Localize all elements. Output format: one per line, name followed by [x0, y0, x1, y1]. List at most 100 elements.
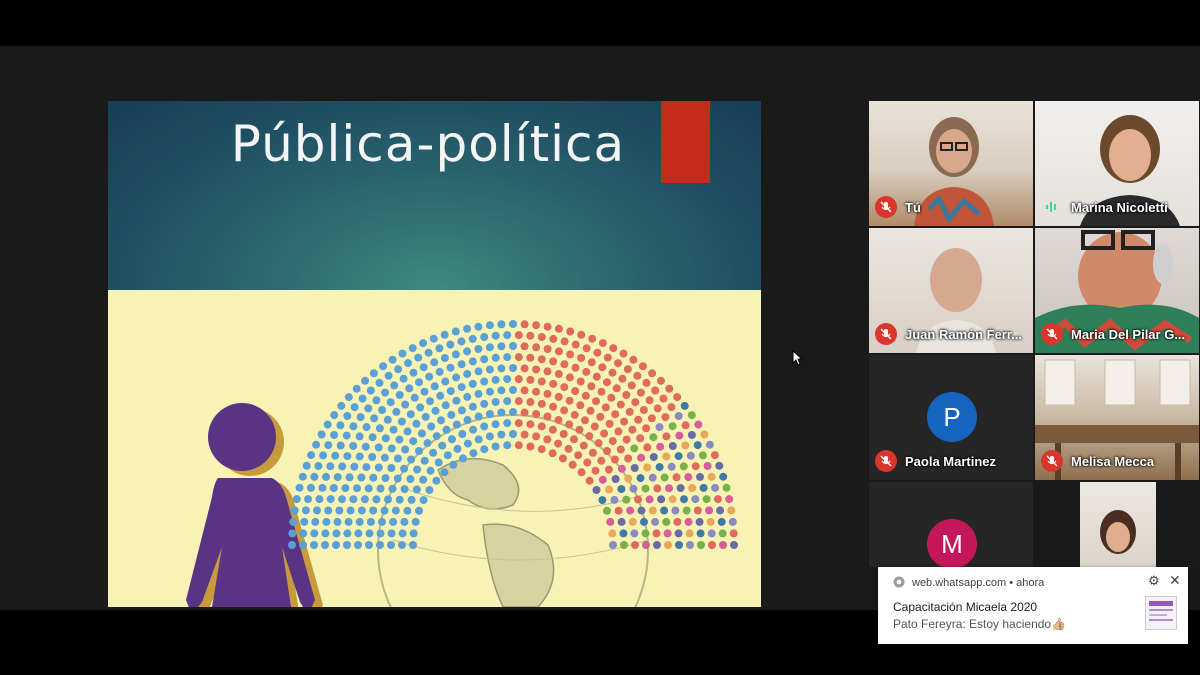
seat-dot: [343, 452, 352, 461]
seat-dot: [420, 456, 429, 465]
seat-dot: [676, 484, 685, 493]
seat-dot: [332, 541, 340, 549]
seat-dot: [674, 529, 683, 538]
seat-dot: [407, 455, 416, 464]
seat-dot: [688, 484, 697, 492]
seat-dot: [326, 462, 335, 471]
seat-dot: [425, 486, 434, 494]
seat-dot: [707, 529, 716, 538]
seat-dot: [335, 506, 344, 515]
slide-title: Pública-política: [230, 115, 626, 173]
seat-dot: [326, 495, 335, 504]
seat-dot: [427, 422, 436, 431]
participant-tile-self[interactable]: Tú: [869, 101, 1033, 226]
seat-dot: [693, 441, 702, 450]
seat-dot: [713, 495, 722, 504]
seat-dot: [509, 408, 517, 416]
seat-dot: [593, 348, 602, 357]
seat-dot: [295, 483, 304, 492]
participant-tile-paola[interactable]: P Paola Martinez: [869, 355, 1033, 480]
seat-dot: [663, 529, 672, 538]
seat-dot: [684, 473, 693, 482]
seat-dot: [719, 541, 727, 549]
seat-dot: [668, 495, 677, 504]
seat-dot: [480, 377, 489, 386]
participant-tile-marina[interactable]: Marina Nicoletti: [1035, 101, 1199, 226]
seat-dot: [645, 396, 654, 405]
seat-dot: [665, 484, 673, 493]
seat-dot: [381, 474, 390, 483]
participant-tile-m[interactable]: M: [869, 482, 1033, 567]
seat-dot: [364, 404, 373, 413]
seat-dot: [503, 353, 512, 362]
seat-dot: [605, 419, 614, 428]
seat-dot: [532, 387, 541, 396]
seat-dot: [389, 425, 398, 434]
seat-dot: [617, 485, 626, 494]
notification-title: Capacitación Micaela 2020: [893, 600, 1038, 614]
seat-dot: [421, 412, 430, 421]
seat-dot: [491, 420, 500, 429]
seat-dot: [333, 473, 342, 482]
seat-dot: [451, 327, 460, 336]
seat-dot: [611, 410, 620, 419]
seat-dot: [469, 449, 478, 458]
seat-dot: [548, 425, 557, 434]
seat-dot: [509, 320, 517, 328]
participant-tile-small[interactable]: [1080, 482, 1156, 567]
participant-name: Maria Del Pilar G...: [1071, 326, 1186, 342]
seat-dot: [435, 344, 444, 353]
seat-dot: [409, 368, 418, 377]
seat-dot: [549, 379, 558, 388]
seat-dot: [702, 495, 711, 504]
seat-dot: [705, 506, 713, 515]
seat-dot: [468, 357, 477, 366]
participant-tile-juan[interactable]: Juan Ramón Ferr...: [869, 228, 1033, 353]
seat-dot: [399, 374, 408, 383]
seat-dot: [636, 434, 645, 443]
seat-dot: [389, 517, 398, 526]
seat-dot: [585, 476, 594, 485]
seat-dot: [588, 334, 597, 343]
seat-dot: [419, 339, 428, 348]
seat-dot: [404, 359, 412, 368]
seat-dot: [368, 433, 377, 442]
seat-dot: [322, 472, 330, 481]
seat-dot: [312, 440, 321, 449]
seat-dot: [610, 495, 619, 504]
seat-dot: [514, 441, 523, 450]
seat-dot: [468, 379, 477, 388]
seat-dot: [548, 449, 557, 458]
seat-dot: [509, 430, 517, 438]
gear-icon[interactable]: ⚙: [1148, 573, 1160, 589]
seat-dot: [463, 439, 472, 448]
browser-notification[interactable]: web.whatsapp.com • ahora ⚙ ✕ Capacitació…: [878, 567, 1188, 644]
participant-tile-melisa[interactable]: Melisa Mecca: [1035, 355, 1199, 480]
seat-dot: [537, 445, 546, 454]
seat-dot: [590, 422, 599, 431]
seat-dot: [431, 406, 440, 415]
shared-presentation-slide: Pública-política: [108, 101, 761, 607]
seat-dot: [576, 401, 585, 410]
seat-dot: [631, 541, 639, 549]
seat-dot: [532, 410, 541, 418]
seat-dot: [675, 431, 684, 440]
seat-dot: [648, 473, 657, 482]
participant-tile-maria[interactable]: Maria Del Pilar G...: [1035, 228, 1199, 353]
seat-dot: [603, 353, 612, 362]
seat-dot: [474, 367, 483, 376]
seat-dot: [620, 541, 628, 549]
seat-dot: [503, 419, 512, 428]
seat-dot: [485, 365, 494, 374]
close-icon[interactable]: ✕: [1169, 572, 1181, 589]
seat-dot: [318, 483, 327, 492]
seat-dot: [497, 342, 506, 351]
seat-dot: [503, 441, 512, 450]
seat-dot: [592, 372, 601, 381]
seat-dot: [403, 506, 412, 515]
seat-dot: [629, 484, 638, 493]
chrome-icon: [893, 576, 905, 588]
seat-dot: [696, 529, 705, 538]
seat-dot: [298, 472, 307, 481]
seat-dot: [588, 448, 597, 457]
